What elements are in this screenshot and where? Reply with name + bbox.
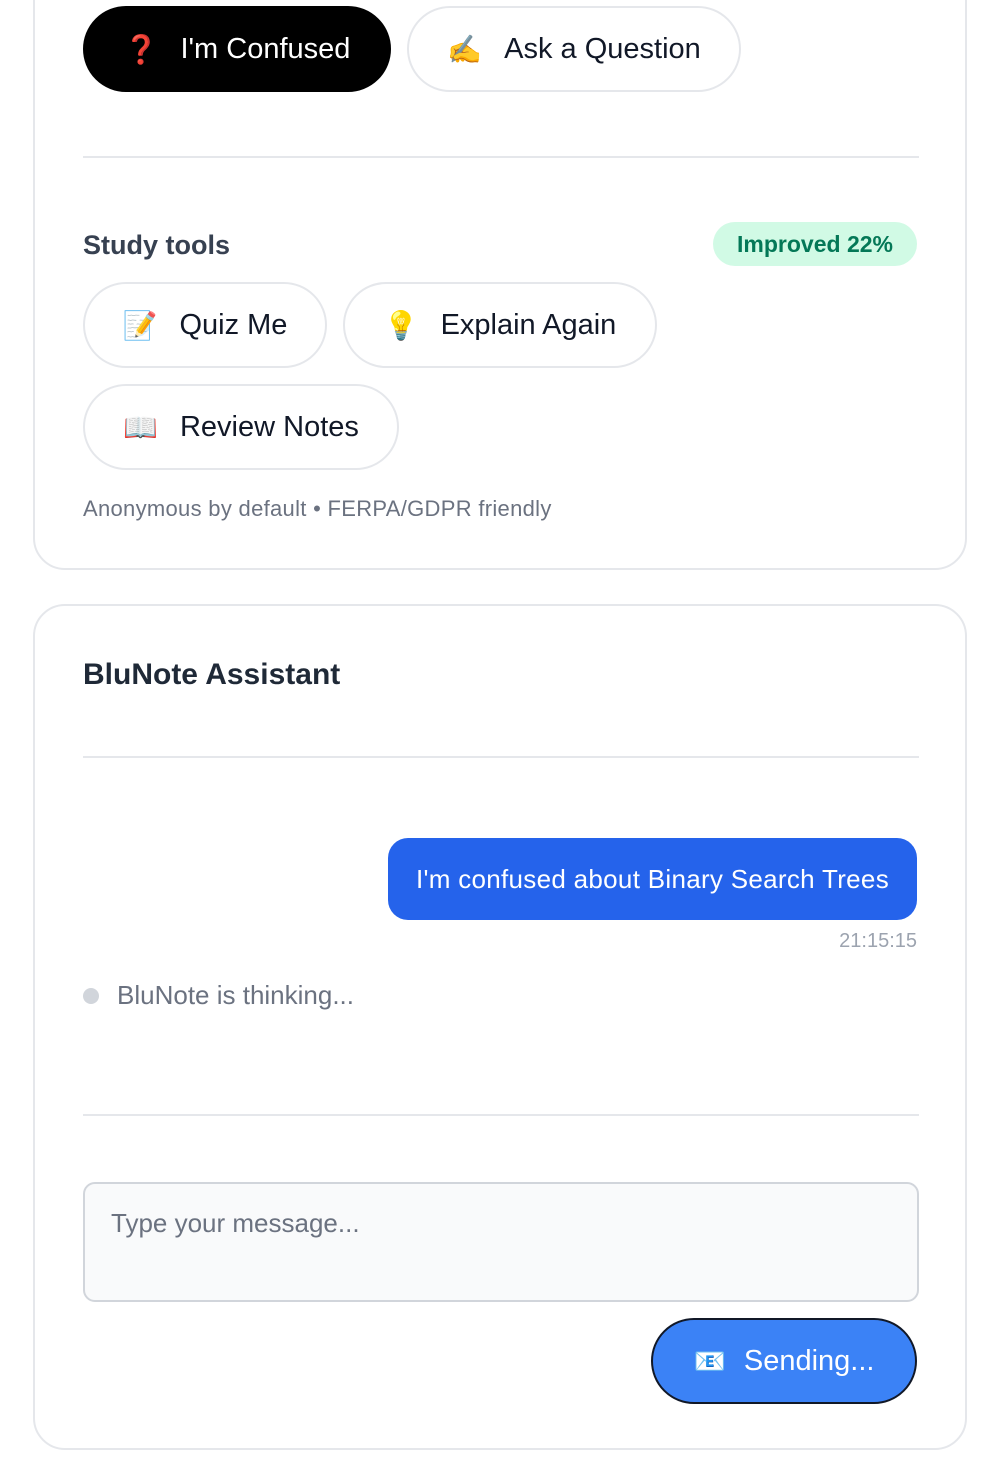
user-message-bubble: I'm confused about Binary Search Trees: [387, 838, 917, 920]
quiz-me-label: Quiz Me: [179, 308, 288, 341]
ask-question-button[interactable]: ✍️ Ask a Question: [407, 6, 741, 92]
privacy-note: Anonymous by default • FERPA/GDPR friend…: [83, 496, 552, 521]
thinking-indicator: BluNote is thinking...: [83, 980, 354, 1011]
ask-question-label: Ask a Question: [504, 32, 701, 65]
send-label: Sending...: [743, 1344, 875, 1377]
explain-again-button[interactable]: 💡 Explain Again: [343, 282, 657, 368]
review-notes-label: Review Notes: [179, 410, 359, 443]
divider: [83, 156, 919, 158]
im-confused-label: I'm Confused: [180, 32, 351, 65]
chat-title: BluNote Assistant: [83, 658, 341, 691]
message-input[interactable]: [83, 1182, 919, 1302]
send-button[interactable]: 📧 Sending...: [651, 1318, 917, 1404]
typing-dot-icon: [83, 987, 99, 1004]
divider: [83, 756, 919, 758]
study-tools-heading: Study tools: [83, 230, 230, 260]
chat-card: BluNote Assistant I'm confused about Bin…: [33, 604, 967, 1450]
feedback-card: ❓ I'm Confused ✍️ Ask a Question Study t…: [33, 0, 967, 570]
explain-again-label: Explain Again: [440, 308, 617, 341]
message-timestamp: 21:15:15: [839, 930, 917, 952]
open-book-icon: 📖: [123, 411, 158, 443]
quiz-me-button[interactable]: 📝 Quiz Me: [83, 282, 327, 368]
improvement-badge: Improved 22%: [713, 222, 917, 266]
review-notes-button[interactable]: 📖 Review Notes: [83, 384, 399, 470]
lightbulb-icon: 💡: [383, 309, 419, 341]
writing-hand-icon: ✍️: [447, 33, 483, 65]
envelope-icon: 📧: [693, 1345, 726, 1376]
memo-icon: 📝: [122, 309, 158, 341]
im-confused-button[interactable]: ❓ I'm Confused: [83, 6, 391, 92]
thinking-status: BluNote is thinking...: [117, 980, 355, 1010]
divider: [83, 1114, 919, 1116]
question-mark-icon: ❓: [123, 33, 159, 65]
